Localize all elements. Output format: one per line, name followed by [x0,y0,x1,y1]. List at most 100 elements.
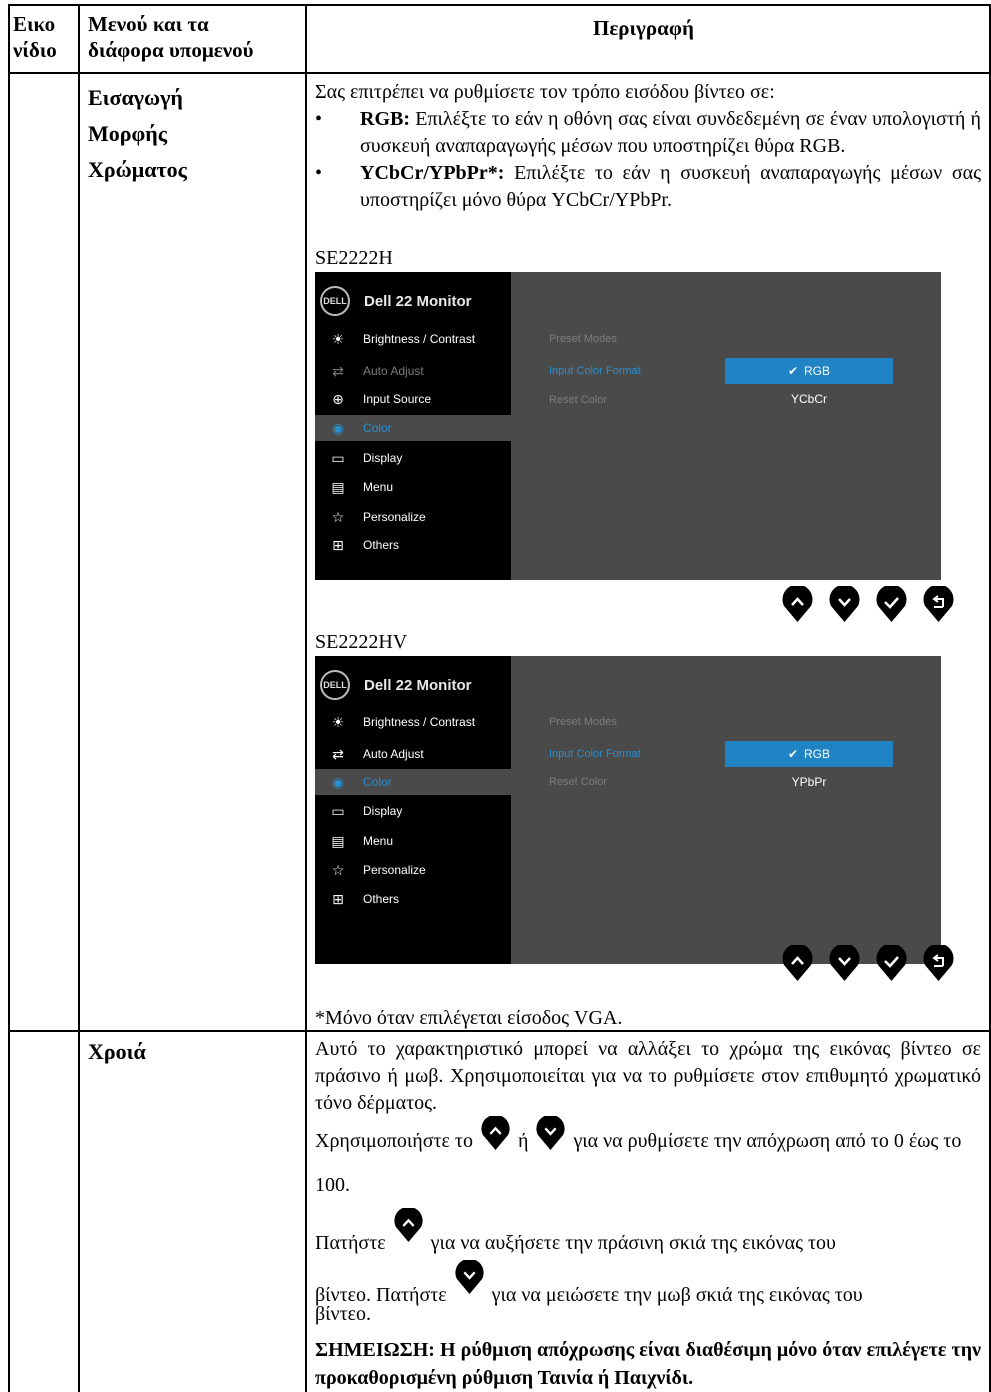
osd-sub-reset-color[interactable]: Reset Color [549,776,607,788]
osd-option-ycbcr[interactable]: YCbCr [725,386,893,412]
osd-option-rgb[interactable]: ✔ RGB [725,358,893,384]
osd-item-menu[interactable]: ▤ Menu [315,828,511,854]
bullet-rgb-label: RGB: [360,108,410,130]
hue-usage-text-or: ή [512,1130,534,1152]
bullet-rgb: • RGB: Επιλέξτε το εάν η οθόνη σας είναι… [315,106,981,160]
osd-item-brightness[interactable]: ☀ Brightness / Contrast [315,326,511,352]
down-button-icon[interactable] [828,945,861,982]
header-icon-line2: νίδιο [13,38,57,62]
menu-hue: Χροιά [88,1039,146,1064]
osd-main-menu: DELL Dell 22 Monitor ☀ Brightness / Contr… [315,272,511,580]
hue-usage-text-a: Χρησιμοποιήστε το [315,1130,473,1152]
sun-icon: ☀ [331,330,345,347]
sun-icon: ☀ [331,713,345,730]
header-menu-line2: διάφορα υπομενού [88,38,254,62]
osd-sub-preset-modes[interactable]: Preset Modes [549,333,617,345]
dell-logo-icon: DELL [320,670,350,700]
osd-option-rgb[interactable]: ✔ RGB [725,741,893,767]
bullet-ycbcr: • YCbCr/YPbPr*: Επιλέξτε το εάν η συσκευ… [315,160,981,214]
back-button-icon[interactable] [922,945,955,982]
osd-item-others[interactable]: ⊞ Others [315,532,511,558]
intro-text: Σας επιτρέπει να ρυθμίσετε τον τρόπο εισ… [315,81,775,103]
hue-paragraph-1: Αυτό το χαρακτηριστικό μπορεί να αλλάξει… [315,1038,981,1114]
osd-sub-preset-modes[interactable]: Preset Modes [549,716,617,728]
up-button-icon[interactable] [781,586,814,623]
osd-item-color[interactable]: ◉ Color [315,769,511,795]
header-description: Περιγραφή [593,16,694,40]
display-icon: ▭ [331,449,345,466]
column-separator-2 [305,4,307,1392]
table-border-top [8,4,991,6]
osd-title: Dell 22 Monitor [364,676,472,694]
hue-usage-line: Χρησιμοποιήστε το ή για να ρυθμίσετε την… [315,1114,981,1207]
color-drop-icon: ◉ [331,419,345,436]
up-button-icon [481,1114,510,1150]
hue-note: ΣΗΜΕΙΩΣΗ: Η ρύθμιση απόχρωσης είναι διαθ… [315,1336,981,1392]
star-icon: ☆ [331,861,345,878]
display-icon: ▭ [331,802,345,819]
back-button-icon[interactable] [922,586,955,623]
osd-item-display[interactable]: ▭ Display [315,445,511,471]
header-icon-col: Εικο νίδιο [13,12,57,62]
header-icon-line1: Εικο [13,12,56,36]
footnote-vga: *Μόνο όταν επιλέγεται είσοδος VGA. [315,1007,623,1029]
ok-button-icon[interactable] [875,586,908,623]
hue-press-up-line: Πατήστε για να αυξήσετε την πράσινη σκιά… [315,1206,981,1263]
menu-name-line1: Εισαγωγή [88,85,183,110]
menu-input-color-format: Εισαγωγή Μορφής Χρώματος [88,80,187,188]
dell-logo-icon: DELL [320,286,350,316]
bullet-mark: • [315,162,323,184]
header-menu-line1: Μενού και τα [88,12,209,36]
input-source-icon: ⊕ [332,390,344,407]
osd-title: Dell 22 Monitor [364,292,472,310]
hue-note-text: ΣΗΜΕΙΩΣΗ: Η ρύθμιση απόχρωσης είναι διαθ… [315,1339,981,1389]
osd-item-personalize[interactable]: ☆ Personalize [315,857,511,883]
osd-item-menu[interactable]: ▤ Menu [315,474,511,500]
osd-sub-input-color-format[interactable]: Input Color Format [549,748,641,760]
down-button-icon[interactable] [828,586,861,623]
ok-button-icon[interactable] [875,945,908,982]
osd-item-display[interactable]: ▭ Display [315,798,511,824]
menu-name-line3: Χρώματος [88,157,187,182]
others-icon: ⊞ [332,536,344,553]
osd-item-input-source[interactable]: ⊕ Input Source [315,386,511,412]
hue-video-text: βίντεο. [315,1303,372,1325]
menu-icon: ▤ [331,832,345,849]
up-button-icon[interactable] [781,945,814,982]
osd-screenshot-se2222hv: DELL Dell 22 Monitor ☀ Brightness / Contr… [315,656,941,964]
color-drop-icon: ◉ [331,773,345,790]
star-icon: ☆ [331,508,345,525]
table-border-left [8,4,10,1392]
hue-press-up-text-b: για να αυξήσετε την πράσινη σκιά της εικ… [430,1232,836,1254]
input-color-format-description: Σας επιτρέπει να ρυθμίσετε τον τρόπο εισ… [315,79,981,214]
bullet-ycbcr-label: YCbCr/YPbPr*: [360,162,505,184]
osd-option-ypbpr[interactable]: YPbPr [725,769,893,795]
bullet-rgb-text: Επιλέξτε το εάν η οθόνη σας είναι συνδεδ… [360,108,981,157]
osd-sub-reset-color[interactable]: Reset Color [549,394,607,406]
down-button-icon [455,1258,484,1294]
auto-adjust-icon: ⇄ [332,745,344,762]
document-table: Εικο νίδιο Μενού και τα διάφορα υπομενού… [0,0,991,1392]
menu-name-line2: Μορφής [88,121,168,146]
column-separator-1 [78,4,80,1392]
menu-icon: ▤ [331,478,345,495]
model-label-se2222h: SE2222H [315,247,393,269]
osd-item-personalize[interactable]: ☆ Personalize [315,504,511,530]
osd-item-auto-adjust[interactable]: ⇄ Auto Adjust [315,741,511,767]
osd-screenshot-se2222h: DELL Dell 22 Monitor ☀ Brightness / Contr… [315,272,941,580]
osd-item-color[interactable]: ◉ Color [315,415,511,441]
osd-sub-input-color-format[interactable]: Input Color Format [549,365,641,377]
osd-brand: DELL Dell 22 Monitor [320,670,472,700]
osd-item-brightness[interactable]: ☀ Brightness / Contrast [315,709,511,735]
osd-nav-buttons-1 [781,586,969,623]
header-separator [8,72,991,74]
osd-item-others[interactable]: ⊞ Others [315,886,511,912]
check-icon: ✔ [787,747,799,761]
hue-video-line: βίντεο. [315,1301,981,1328]
osd-main-menu: DELL Dell 22 Monitor ☀ Brightness / Contr… [315,656,511,964]
osd-item-auto-adjust[interactable]: ⇄ Auto Adjust [315,358,511,384]
others-icon: ⊞ [332,890,344,907]
hue-description: Αυτό το χαρακτηριστικό μπορεί να αλλάξει… [315,1036,981,1117]
row-separator [8,1030,991,1032]
down-button-icon [536,1114,566,1150]
